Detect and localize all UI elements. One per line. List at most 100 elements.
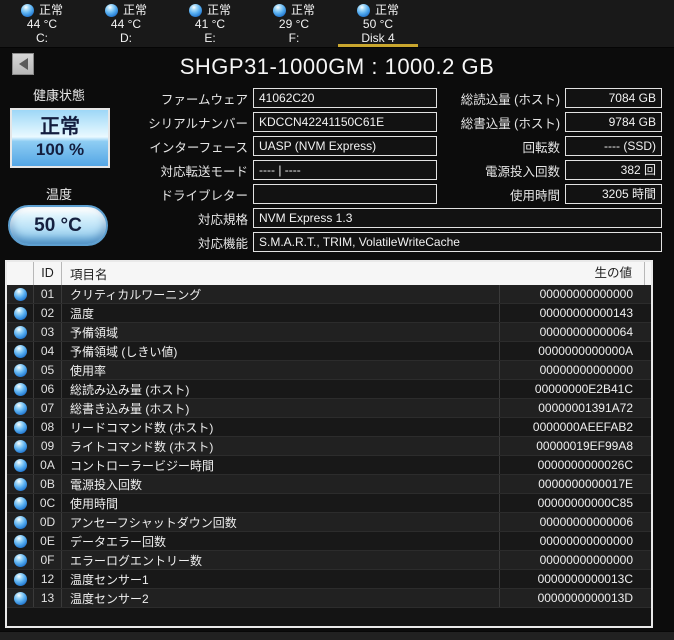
drive-tab-bar: 正常 44 °C C: 正常 44 °C D: 正常 41 °C E: 正常 2… [0, 0, 674, 48]
attribute-name: 使用率 [70, 363, 107, 378]
disk-title: SHGP31-1000GM : 1000.2 GB [179, 54, 495, 79]
tab-status-line: 正常 [188, 3, 231, 17]
attribute-id: 0F [33, 551, 62, 569]
info-field-label: ドライブレター [160, 188, 248, 203]
attribute-id: 01 [33, 285, 62, 303]
attribute-name: データエラー回数 [70, 534, 167, 549]
row-status-cell [7, 439, 33, 453]
status-orb-icon [13, 287, 27, 301]
smart-table-row[interactable]: 05 使用率 00000000000000 [7, 361, 651, 380]
tab-health-status: 正常 [122, 3, 147, 17]
drive-tab[interactable]: 正常 41 °C E: [168, 0, 252, 48]
tab-temperature: 44 °C [110, 17, 142, 31]
attribute-raw-value: 00000000000000 [499, 361, 651, 379]
info-field-row: 使用時間 3205 時間 [437, 182, 662, 206]
attribute-raw-value: 00000000000C85 [499, 494, 651, 512]
tab-status-line: 正常 [104, 3, 147, 17]
smart-table-body: 01 クリティカルワーニング 00000000000000 02 温度 0000… [7, 285, 651, 608]
status-orb-icon [13, 477, 27, 491]
status-orb-icon [13, 325, 27, 339]
attribute-name: ライトコマンド数 (ホスト) [70, 439, 214, 454]
tab-drive-label: C: [36, 31, 48, 45]
row-status-cell [7, 287, 33, 301]
row-status-cell [7, 420, 33, 434]
row-status-cell [7, 458, 33, 472]
row-status-cell [7, 477, 33, 491]
status-orb-icon [13, 591, 27, 605]
attribute-id: 0C [33, 494, 62, 512]
drive-tab[interactable]: 正常 50 °C Disk 4 [336, 0, 420, 48]
info-field-row: 対応規格 NVM Express 1.3 [0, 206, 662, 230]
smart-table-row[interactable]: 01 クリティカルワーニング 00000000000000 [7, 285, 651, 304]
header-raw-value: 生の値 [499, 262, 645, 285]
smart-table-row[interactable]: 02 温度 00000000000143 [7, 304, 651, 323]
attribute-name: コントローラービジー時間 [70, 458, 215, 473]
status-orb-icon [13, 572, 27, 586]
status-orb-icon [13, 401, 27, 415]
attribute-id: 03 [33, 323, 62, 341]
attribute-id: 0D [33, 513, 62, 531]
row-status-cell [7, 363, 33, 377]
attribute-name: 総読み込み量 (ホスト) [70, 382, 190, 397]
smart-table-row[interactable]: 08 リードコマンド数 (ホスト) 0000000AEEFAB2 [7, 418, 651, 437]
info-field-label: 総書込量 (ホスト) [460, 116, 560, 131]
row-status-cell [7, 591, 33, 605]
header-attribute-name: 項目名 [70, 268, 108, 282]
status-orb-icon [13, 420, 27, 434]
row-status-cell [7, 572, 33, 586]
row-status-cell [7, 401, 33, 415]
tab-drive-label: D: [120, 31, 132, 45]
info-field-row: インターフェース UASP (NVM Express) [0, 134, 437, 158]
health-orb-icon [356, 3, 370, 17]
tab-temperature: 50 °C [362, 17, 394, 31]
attribute-raw-value: 00000019EF99A8 [499, 437, 651, 455]
attribute-name: 使用時間 [70, 496, 119, 511]
smart-table-row[interactable]: 09 ライトコマンド数 (ホスト) 00000019EF99A8 [7, 437, 651, 456]
smart-table-row[interactable]: 06 総読み込み量 (ホスト) 00000000E2B41C [7, 380, 651, 399]
drive-tab[interactable]: 正常 44 °C C: [0, 0, 84, 48]
row-status-cell [7, 325, 33, 339]
smart-table-row[interactable]: 07 総書き込み量 (ホスト) 00000001391A72 [7, 399, 651, 418]
attribute-name: 温度 [70, 306, 95, 321]
info-field-value: 382 回 [565, 160, 662, 180]
status-orb-icon [13, 458, 27, 472]
status-orb-icon [13, 534, 27, 548]
smart-table-row[interactable]: 0E データエラー回数 00000000000000 [7, 532, 651, 551]
smart-table-row[interactable]: 0B 電源投入回数 0000000000017E [7, 475, 651, 494]
drive-tab[interactable]: 正常 44 °C D: [84, 0, 168, 48]
info-field-row: 対応機能 S.M.A.R.T., TRIM, VolatileWriteCach… [0, 230, 662, 254]
status-orb-icon [13, 496, 27, 510]
smart-table-row[interactable]: 04 予備領域 (しきい値) 0000000000000A [7, 342, 651, 361]
attribute-raw-value: 0000000000013C [499, 570, 651, 588]
attribute-id: 0E [33, 532, 62, 550]
smart-table-row[interactable]: 0D アンセーフシャットダウン回数 00000000000006 [7, 513, 651, 532]
attribute-name: エラーログエントリー数 [70, 553, 203, 568]
attribute-name: クリティカルワーニング [70, 287, 202, 302]
smart-table-row[interactable]: 13 温度センサー2 0000000000013D [7, 589, 651, 608]
attribute-id: 0B [33, 475, 62, 493]
smart-table-row[interactable]: 0F エラーログエントリー数 00000000000000 [7, 551, 651, 570]
info-field-label: 対応転送モード [160, 164, 248, 179]
row-status-cell [7, 515, 33, 529]
tab-drive-label: E: [204, 31, 216, 45]
info-field-value: ---- (SSD) [565, 136, 662, 156]
info-field-row: 総読込量 (ホスト) 7084 GB [437, 86, 662, 110]
attribute-name: 予備領域 [70, 325, 119, 340]
attribute-raw-value: 00000001391A72 [499, 399, 651, 417]
smart-table-row[interactable]: 12 温度センサー1 0000000000013C [7, 570, 651, 589]
tab-status-line: 正常 [272, 3, 315, 17]
info-field-row: ファームウェア 41062C20 [0, 86, 437, 110]
smart-table-row[interactable]: 03 予備領域 00000000000064 [7, 323, 651, 342]
health-orb-icon [188, 3, 202, 17]
smart-table-row[interactable]: 0A コントローラービジー時間 0000000000026C [7, 456, 651, 475]
smart-table-row[interactable]: 0C 使用時間 00000000000C85 [7, 494, 651, 513]
attribute-name: 電源投入回数 [70, 477, 143, 492]
status-orb-icon [13, 344, 27, 358]
info-field-value [253, 184, 437, 204]
attribute-raw-value: 00000000000000 [499, 532, 651, 550]
drive-tab[interactable]: 正常 29 °C F: [252, 0, 336, 48]
info-field-value: 3205 時間 [565, 184, 662, 204]
status-orb-icon [13, 553, 27, 567]
info-field-value: KDCCN42241150C61E [253, 112, 437, 132]
info-field-row: 回転数 ---- (SSD) [437, 134, 662, 158]
